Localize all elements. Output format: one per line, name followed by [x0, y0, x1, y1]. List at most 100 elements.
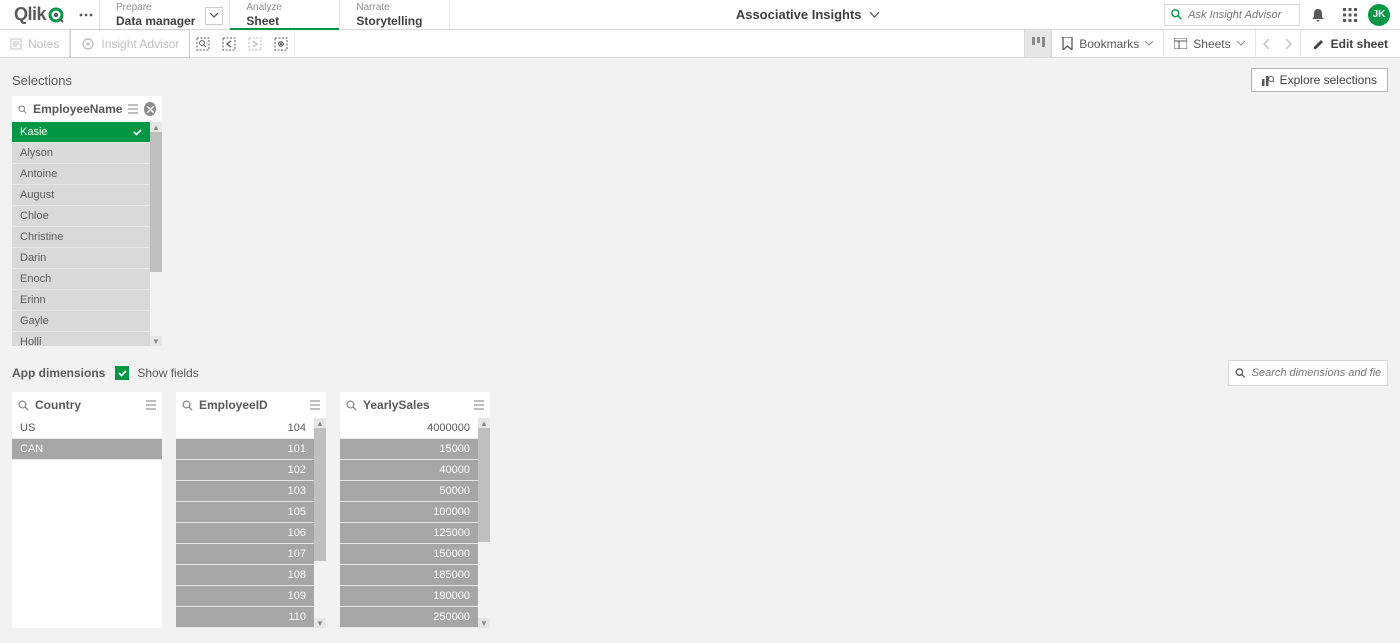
dimension-panel-country: CountryUSCAN — [12, 392, 162, 628]
search-icon[interactable] — [18, 400, 29, 411]
list-item[interactable]: 250000 — [340, 607, 478, 628]
nav-tab-top: Prepare — [116, 3, 195, 13]
list-item[interactable]: 104 — [176, 418, 314, 439]
prev-sheet-button[interactable] — [1256, 30, 1278, 58]
scroll-down-button[interactable]: ▼ — [150, 336, 162, 346]
list-item[interactable]: US — [12, 418, 162, 439]
scroll-up-button[interactable]: ▲ — [150, 122, 162, 132]
insight-search[interactable] — [1164, 4, 1300, 26]
scrollbar[interactable]: ▲ ▼ — [150, 122, 162, 346]
list-item[interactable]: Christine — [12, 227, 150, 248]
step-back-button[interactable] — [216, 30, 242, 58]
list-item[interactable]: 109 — [176, 586, 314, 607]
list-item-label: Erinn — [20, 290, 46, 311]
nav-tab-prepare[interactable]: Prepare Data manager — [100, 0, 230, 29]
avatar[interactable]: JK — [1368, 4, 1390, 26]
clear-selections-button[interactable] — [268, 30, 294, 58]
list-item-label: CAN — [20, 439, 43, 460]
list-item[interactable]: Gayle — [12, 311, 150, 332]
search-icon[interactable] — [18, 104, 27, 115]
sheets-button[interactable]: Sheets — [1164, 30, 1255, 57]
list-item-label: 50000 — [439, 481, 470, 502]
list-item[interactable]: 190000 — [340, 586, 478, 607]
notes-button[interactable]: Notes — [0, 30, 70, 57]
dimensions-row: CountryUSCANEmployeeID104101102103105106… — [12, 392, 1388, 628]
edit-sheet-button[interactable]: Edit sheet — [1301, 30, 1400, 57]
step-forward-button[interactable] — [242, 30, 268, 58]
clear-selection-button[interactable] — [144, 102, 156, 116]
list-item-label: August — [20, 185, 54, 206]
list-item-label: Gayle — [20, 311, 49, 332]
dimensions-title: App dimensions — [12, 366, 105, 380]
list-item[interactable]: Antoine — [12, 164, 150, 185]
dimensions-search[interactable] — [1228, 360, 1388, 386]
app-title: Associative Insights — [736, 7, 862, 22]
explore-icon — [1262, 74, 1274, 86]
list-item[interactable]: 101 — [176, 439, 314, 460]
list-item[interactable]: 107 — [176, 544, 314, 565]
list-item[interactable]: 50000 — [340, 481, 478, 502]
search-icon[interactable] — [346, 400, 357, 411]
nav-tab-analyze[interactable]: Analyze Sheet — [230, 0, 340, 29]
bookmarks-label: Bookmarks — [1079, 37, 1139, 51]
next-sheet-button[interactable] — [1278, 30, 1300, 58]
insight-advisor-button[interactable]: Insight Advisor — [70, 29, 190, 58]
listbox-employeename[interactable]: KasieAlysonAntoineAugustChloeChristineDa… — [12, 122, 150, 346]
scrollbar[interactable]: ▲▼ — [314, 418, 326, 628]
list-item[interactable]: Darin — [12, 248, 150, 269]
list-item[interactable]: Holli — [12, 332, 150, 346]
dimensions-search-input[interactable] — [1252, 367, 1381, 379]
panel-name: EmployeeName — [33, 102, 122, 116]
list-item[interactable]: Erinn — [12, 290, 150, 311]
list-item[interactable]: 100000 — [340, 502, 478, 523]
bookmarks-button[interactable]: Bookmarks — [1052, 30, 1164, 57]
logo-icon — [48, 7, 64, 23]
scroll-up-button[interactable]: ▲ — [314, 418, 326, 428]
more-menu-button[interactable] — [72, 0, 100, 29]
scrollbar[interactable]: ▲▼ — [478, 418, 490, 628]
list-item[interactable]: Chloe — [12, 206, 150, 227]
listbox-country[interactable]: USCAN — [12, 418, 162, 460]
list-item[interactable]: 102 — [176, 460, 314, 481]
list-item[interactable]: Kasie — [12, 122, 150, 143]
smart-search-button[interactable] — [190, 30, 216, 58]
panel-menu-icon[interactable] — [146, 400, 156, 410]
listbox-yearlysales[interactable]: 4000000150004000050000100000125000150000… — [340, 418, 478, 628]
list-item[interactable]: 110 — [176, 607, 314, 628]
list-item[interactable]: 15000 — [340, 439, 478, 460]
panel-menu-icon[interactable] — [128, 104, 138, 114]
listbox-employeeid[interactable]: 104101102103105106107108109110 — [176, 418, 314, 628]
panel-menu-icon[interactable] — [310, 400, 320, 410]
app-launcher-button[interactable] — [1336, 1, 1364, 29]
list-item[interactable]: 103 — [176, 481, 314, 502]
insight-search-input[interactable] — [1188, 9, 1293, 21]
chevron-down-icon[interactable] — [205, 7, 223, 25]
list-item[interactable]: 105 — [176, 502, 314, 523]
selections-tool-button[interactable] — [1024, 30, 1052, 57]
list-item[interactable]: 125000 — [340, 523, 478, 544]
list-item[interactable]: 108 — [176, 565, 314, 586]
list-item[interactable]: Enoch — [12, 269, 150, 290]
list-item[interactable]: August — [12, 185, 150, 206]
explore-selections-button[interactable]: Explore selections — [1251, 68, 1388, 92]
list-item[interactable]: 185000 — [340, 565, 478, 586]
search-icon[interactable] — [182, 400, 193, 411]
selections-title: Selections — [12, 73, 72, 88]
scroll-down-button[interactable]: ▼ — [478, 618, 490, 628]
show-fields-toggle[interactable]: Show fields — [115, 366, 198, 380]
edit-label: Edit sheet — [1331, 37, 1388, 51]
list-item[interactable]: CAN — [12, 439, 162, 460]
list-item[interactable]: 4000000 — [340, 418, 478, 439]
notifications-button[interactable] — [1304, 1, 1332, 29]
list-item[interactable]: 40000 — [340, 460, 478, 481]
list-item-label: 15000 — [439, 439, 470, 460]
list-item[interactable]: 106 — [176, 523, 314, 544]
app-title-dropdown[interactable]: Associative Insights — [450, 0, 1164, 29]
nav-tab-narrate[interactable]: Narrate Storytelling — [340, 0, 450, 29]
list-item[interactable]: Alyson — [12, 143, 150, 164]
scroll-down-button[interactable]: ▼ — [314, 618, 326, 628]
list-item[interactable]: 150000 — [340, 544, 478, 565]
panel-menu-icon[interactable] — [474, 400, 484, 410]
list-item-label: Darin — [20, 248, 46, 269]
scroll-up-button[interactable]: ▲ — [478, 418, 490, 428]
